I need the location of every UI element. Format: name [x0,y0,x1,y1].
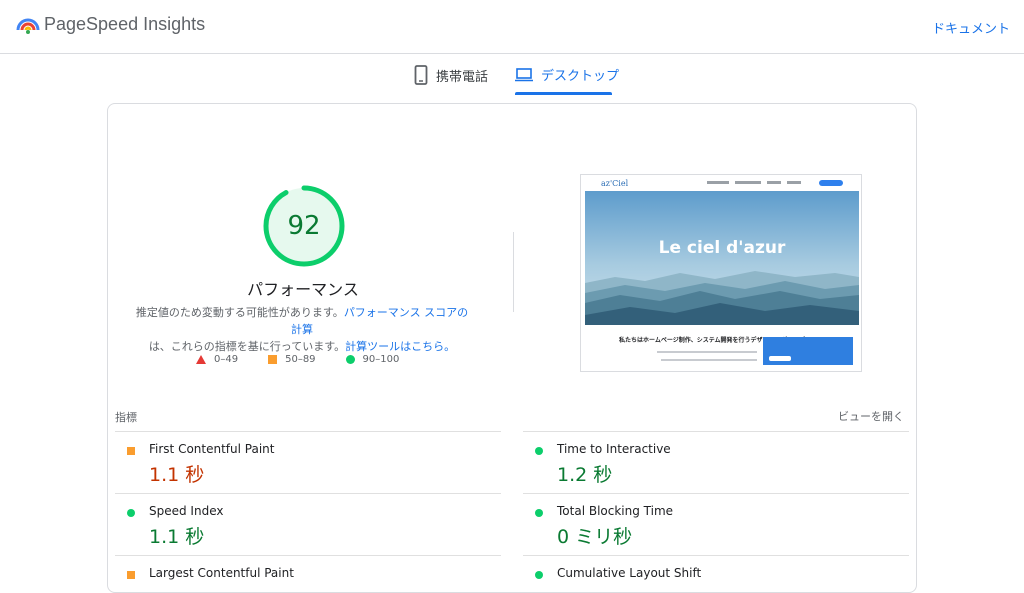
screenshot-nav-item [767,181,781,184]
legend-average: 50–89 [268,354,316,365]
screenshot-hero-text: Le ciel d'azur [658,238,786,258]
tab-desktop[interactable]: デスクトップ [515,65,619,84]
legend-average-range: 50–89 [285,354,316,365]
screenshot-popup [763,337,853,365]
score-legend: 0–49 50–89 90–100 [196,354,399,365]
legend-pass-range: 90–100 [362,354,400,365]
top-bar: PageSpeed Insights ドキュメント [0,0,1024,54]
metric-value: 0 ミリ秒 [557,526,633,548]
docs-link[interactable]: ドキュメント [932,18,1010,37]
screenshot-text-line [661,359,757,361]
circle-icon [345,355,355,364]
pass-circle-icon [127,509,135,517]
desc-text-2: は、これらの指標を基に行っています。 [148,340,346,353]
tab-mobile-label: 携帯電話 [436,69,489,85]
desc-text-1: 推定値のため変動する可能性があります。 [135,306,344,319]
category-title: パフォーマンス [247,280,359,299]
metric-speed-index: Speed Index 1.1 秒 [115,493,501,556]
screenshot-nav: az'Ciel [581,175,861,191]
report-card: 92 パフォーマンス 推定値のため変動する可能性があります。パフォーマンス スコ… [107,103,917,593]
page-screenshot: az'Ciel Le ciel d'azur 私たちはホームページ制作、システム… [580,174,862,372]
expand-view-toggle[interactable]: ビューを開く [838,408,904,424]
metrics-label: 指標 [115,411,137,424]
metric-largest-contentful-paint: Largest Contentful Paint [115,555,501,592]
legend-pass: 90–100 [345,354,400,365]
metric-value: 1.1 秒 [149,526,205,548]
summary-divider [513,232,514,312]
average-square-icon [127,571,135,579]
metric-name: First Contentful Paint [149,442,275,456]
triangle-icon [196,355,206,364]
screenshot-nav-item [735,181,761,184]
screenshot-popup-button [769,356,791,361]
metric-cumulative-layout-shift: Cumulative Layout Shift [523,555,909,592]
brand-title[interactable]: PageSpeed Insights [44,14,205,35]
average-square-icon [127,447,135,455]
smartphone-icon [414,65,428,85]
pass-circle-icon [535,509,543,517]
metric-value: 1.1 秒 [149,464,205,486]
screenshot-nav-item [707,181,729,184]
metric-value: 1.2 秒 [557,464,613,486]
metric-name: Largest Contentful Paint [149,566,294,580]
screenshot-logo: az'Ciel [601,179,629,188]
pass-circle-icon [535,447,543,455]
metric-name: Cumulative Layout Shift [557,566,702,580]
screenshot-text-line [657,351,757,353]
laptop-icon [515,67,533,81]
metric-first-contentful-paint: First Contentful Paint 1.1 秒 [115,431,501,494]
metric-time-to-interactive: Time to Interactive 1.2 秒 [523,431,909,494]
tab-mobile[interactable]: 携帯電話 [414,65,488,85]
metric-name: Total Blocking Time [557,504,674,518]
metric-total-blocking-time: Total Blocking Time 0 ミリ秒 [523,493,909,556]
device-tabs: 携帯電話 デスクトップ [0,55,1024,97]
active-tab-indicator [515,92,612,95]
pass-circle-icon [535,571,543,579]
performance-score: 92 [287,211,321,241]
metric-name: Time to Interactive [557,442,671,456]
pagespeed-logo-icon[interactable] [16,14,40,38]
square-icon [268,355,278,364]
calculator-link[interactable]: 計算ツールはこちら。 [345,340,455,353]
screenshot-nav-item [787,181,801,184]
tab-desktop-label: デスクトップ [541,69,620,84]
score-description: 推定値のため変動する可能性があります。パフォーマンス スコアの計算 は、これらの… [132,304,472,355]
screenshot-hero-image [585,191,859,325]
metric-name: Speed Index [149,504,224,518]
legend-fail: 0–49 [196,354,238,365]
screenshot-contact-button [819,180,843,186]
legend-fail-range: 0–49 [214,354,239,365]
